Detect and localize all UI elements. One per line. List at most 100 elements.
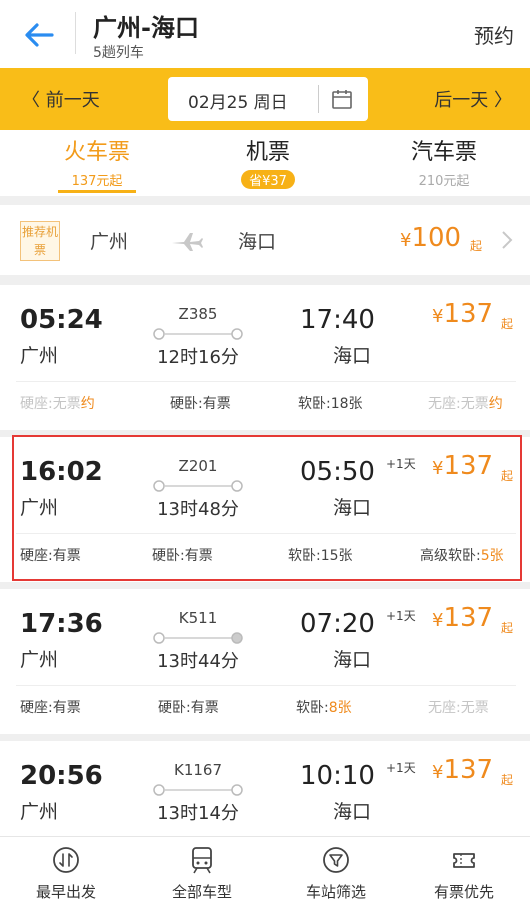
prev-day-label: 前一天 (45, 90, 100, 111)
departure-time: 20:56 (20, 761, 103, 791)
departure-time: 05:24 (20, 305, 103, 335)
price-from-label: 起 (501, 469, 514, 483)
train-row[interactable]: 16:02 广州 Z201 13时48分 05:50 海口 +1天 ¥137 起… (0, 437, 530, 582)
next-day-indicator: +1天 (386, 609, 416, 623)
station-filter-button[interactable]: 车站筛选 (270, 845, 402, 902)
recommended-flight-tag: 推荐机票 (20, 221, 60, 261)
tab-train[interactable]: 火车票 137元起 (9, 130, 185, 189)
filter-label: 最早出发 (35, 883, 96, 901)
filter-label: 有票优先 (433, 883, 494, 901)
price-value: 137 (443, 299, 494, 329)
route-line-icon (153, 784, 243, 796)
currency-symbol: ¥ (432, 458, 444, 479)
flight-to: 海口 (238, 231, 277, 253)
next-day-indicator: +1天 (386, 761, 416, 775)
departure-station: 广州 (20, 649, 59, 671)
active-tab-indicator (58, 190, 136, 193)
filter-label: 全部车型 (171, 883, 232, 901)
chevron-left-icon: 〈 (22, 90, 40, 111)
row-divider (16, 533, 516, 534)
airplane-icon (172, 233, 203, 251)
currency-symbol: ¥ (432, 762, 444, 783)
funnel-icon (323, 847, 349, 873)
price-value: 137 (443, 755, 494, 785)
train-row[interactable]: 05:24 广州 Z385 12时16分 17:40 海口 ¥137 起 硬座:… (0, 285, 530, 430)
tab-label: 机票 (245, 140, 290, 165)
train-icon (192, 847, 212, 874)
price-from-label: 起 (501, 621, 514, 635)
savings-badge: 省¥37 (241, 170, 295, 189)
train-count: 5趟列车 (93, 45, 144, 61)
train-row[interactable]: 20:56 广州 K1167 13时14分 10:10 海口 +1天 ¥137 … (0, 741, 530, 836)
ticket-price: ¥137 (432, 299, 493, 329)
duration: 13时44分 (157, 651, 239, 672)
price-value: 137 (443, 603, 494, 633)
ticket-price: ¥137 (432, 603, 493, 633)
flight-from: 广州 (90, 231, 129, 253)
currency-symbol: ¥ (432, 306, 444, 327)
selected-date: 02月25 周日 (188, 93, 288, 113)
price-from-label: 起 (501, 317, 514, 331)
arrival-station: 海口 (333, 345, 372, 367)
departure-station: 广州 (20, 497, 59, 519)
currency-symbol: ¥ (432, 610, 444, 631)
reserve-button[interactable]: 预约 (474, 20, 514, 49)
tab-price: 137元起 (71, 174, 123, 189)
seat-deluxe-soft-sleeper: 高级软卧:5张 (420, 548, 504, 564)
train-row[interactable]: 17:36 广州 K511 13时44分 07:20 海口 +1天 ¥137 起… (0, 589, 530, 734)
tab-flight[interactable]: 机票 省¥37 (180, 130, 356, 189)
train-type-button[interactable]: 全部车型 (136, 845, 268, 902)
next-day-button[interactable]: 后一天 〉 (434, 86, 512, 112)
calendar-icon[interactable] (330, 87, 354, 111)
arrival-time: 05:50 (300, 457, 375, 487)
price-from-label: 起 (501, 773, 514, 787)
seat-availability: 硬座:有票 硬卧:有票 软卧:8张 无座:无票 (0, 697, 530, 719)
chevron-right-icon (502, 231, 513, 249)
tab-label: 汽车票 (410, 140, 477, 165)
route-line-icon (153, 480, 243, 492)
tickets-first-button[interactable]: 有票优先 (398, 845, 530, 902)
duration: 12时16分 (157, 347, 239, 368)
tab-label: 火车票 (63, 140, 130, 165)
seat-hard-seat: 硬座:无票约 (20, 396, 95, 412)
train-number: Z201 (178, 457, 218, 475)
next-day-label: 后一天 (434, 90, 489, 111)
clock-sort-icon (53, 847, 79, 873)
duration: 13时48分 (157, 499, 239, 520)
price-value: 137 (443, 451, 494, 481)
arrival-station: 海口 (333, 497, 372, 519)
seat-soft-sleeper: 软卧:15张 (288, 548, 353, 564)
filter-label: 车站筛选 (305, 883, 366, 901)
currency-symbol: ¥ (400, 230, 412, 251)
seat-hard-seat: 硬座:有票 (20, 700, 81, 716)
row-divider (16, 685, 516, 686)
seat-availability: 硬座:无票约 硬卧:有票 软卧:18张 无座:无票约 (0, 393, 530, 415)
tab-bus[interactable]: 汽车票 210元起 (356, 130, 530, 189)
seat-hard-sleeper: 硬卧:有票 (170, 396, 231, 412)
seat-hard-sleeper: 硬卧:有票 (152, 548, 213, 564)
seat-hard-sleeper: 硬卧:有票 (158, 700, 219, 716)
recommended-flight[interactable]: 推荐机票 广州 海口 ¥100 起 (0, 205, 530, 275)
date-divider (318, 85, 319, 113)
duration: 13时14分 (157, 803, 239, 824)
date-picker[interactable]: 02月25 周日 (168, 77, 368, 121)
train-number: K511 (178, 609, 218, 627)
departure-station: 广州 (20, 801, 59, 823)
prev-day-button[interactable]: 〈 前一天 (22, 86, 100, 112)
chevron-right-icon: 〉 (494, 90, 512, 111)
sort-earliest-button[interactable]: 最早出发 (0, 845, 132, 902)
seat-no-seat: 无座:无票 (428, 700, 489, 716)
arrival-station: 海口 (333, 649, 372, 671)
ticket-icon (453, 853, 475, 868)
arrival-station: 海口 (333, 801, 372, 823)
route-line-icon (153, 632, 243, 644)
arrival-time: 10:10 (300, 761, 375, 791)
seat-availability: 硬座:有票 硬卧:有票 软卧:15张 高级软卧:5张 (0, 545, 530, 567)
departure-time: 17:36 (20, 609, 103, 639)
seat-no-seat: 无座:无票约 (428, 396, 503, 412)
arrival-time: 07:20 (300, 609, 375, 639)
departure-time: 16:02 (20, 457, 103, 487)
arrow-left-icon[interactable] (22, 18, 56, 52)
arrival-time: 17:40 (300, 305, 375, 335)
page-title: 广州-海口 (93, 14, 199, 42)
